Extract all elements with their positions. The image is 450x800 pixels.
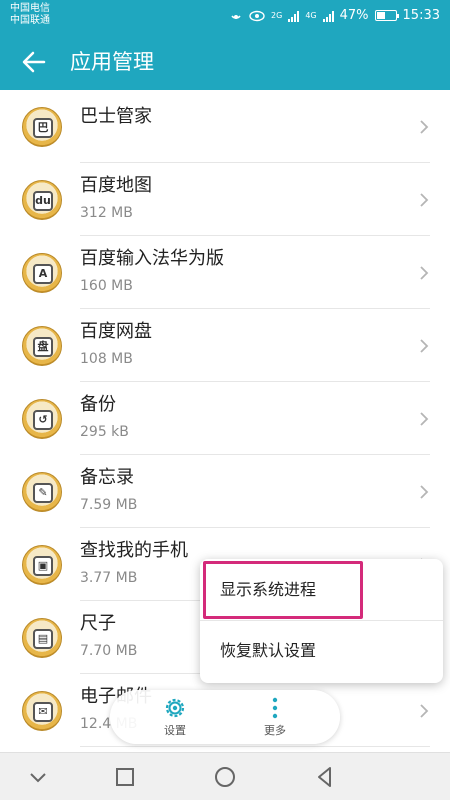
battery-percent: 47% [339,8,369,23]
chevron-right-icon [420,484,429,499]
app-name: 百度地图 [80,175,152,196]
clock: 15:33 [402,8,440,23]
app-icon: ↺ [22,398,62,439]
app-name: 百度输入法华为版 [80,248,224,269]
chevron-right-icon [420,265,429,280]
app-icon-glyph: 巴 [33,117,53,138]
app-icon-glyph: ✎ [33,482,53,503]
app-size: 312 MB [80,205,133,221]
network-type-2: 4G [305,11,317,20]
app-icon-glyph: ▤ [33,628,53,649]
app-icon: 巴 [22,106,62,147]
app-name: 百度网盘 [80,321,152,342]
app-list-item[interactable]: du 百度地图 312 MB [0,163,450,236]
app-icon-glyph: ✉ [33,701,53,722]
status-indicators: 2G 4G 47% 15:33 [229,8,440,23]
app-list-item[interactable]: 盘 百度网盘 108 MB [0,309,450,382]
row-divider [80,746,430,747]
network-type-1: 2G [271,11,283,20]
arrow-left-icon[interactable] [20,48,48,76]
eye-icon [249,10,265,21]
app-name: 查找我的手机 [80,540,188,561]
app-icon: ▤ [22,617,62,658]
hotspot-icon [231,14,241,19]
app-icon: ✎ [22,471,62,512]
chevron-right-icon [420,703,429,718]
menu-divider [200,620,443,621]
chevron-down-icon[interactable] [26,765,50,789]
more-menu: 显示系统进程 恢复默认设置 [200,559,443,683]
system-nav-bar [0,752,450,800]
bottom-action-bar: 设置 更多 [110,690,340,744]
app-size: 295 kB [80,424,129,440]
app-list-item[interactable]: 巴 巴士管家 [0,90,450,163]
app-size: 160 MB [80,278,133,294]
menu-item-restore-defaults[interactable]: 恢复默认设置 [200,622,443,680]
app-size: 7.70 MB [80,643,138,659]
app-name: 备份 [80,394,116,415]
app-name: 备忘录 [80,467,134,488]
app-bar: 应用管理 [0,34,450,90]
chevron-right-icon [420,411,429,426]
more-vertical-icon [272,697,278,719]
battery-fill [376,12,385,19]
gear-icon [165,698,185,718]
carrier-1: 中国电信 [10,3,50,14]
app-icon-glyph: du [33,190,53,211]
app-list-item[interactable]: A 百度输入法华为版 160 MB [0,236,450,309]
app-icon: A [22,252,62,293]
signal-1-icon [288,10,300,22]
chevron-right-icon [420,338,429,353]
battery-icon [374,10,399,21]
app-name: 巴士管家 [80,106,152,127]
app-list-item[interactable]: ↺ 备份 295 kB [0,382,450,455]
app-size: 108 MB [80,351,133,367]
carrier-2: 中国联通 [10,15,50,26]
back-button[interactable] [313,765,337,789]
home-button[interactable] [213,765,237,789]
app-name: 尺子 [80,613,116,634]
app-size: 7.59 MB [80,497,138,513]
settings-button[interactable]: 设置 [140,694,210,740]
more-label: 更多 [264,724,286,737]
app-list-item[interactable]: ✎ 备忘录 7.59 MB [0,455,450,528]
status-bar: 中国电信 中国联通 2G 4G 47% 15:33 [0,0,450,34]
signal-2-icon [322,10,334,22]
chevron-right-icon [420,119,429,134]
app-icon: ▣ [22,544,62,585]
more-button[interactable]: 更多 [240,694,310,740]
app-icon-glyph: A [33,263,53,284]
app-icon-glyph: ▣ [33,555,53,576]
app-icon-glyph: 盘 [33,336,53,357]
recents-button[interactable] [113,765,137,789]
chevron-right-icon [420,192,429,207]
app-icon: ✉ [22,690,62,731]
app-icon: du [22,179,62,220]
app-icon-glyph: ↺ [33,409,53,430]
settings-label: 设置 [164,724,186,737]
carrier-labels: 中国电信 中国联通 [10,3,50,27]
menu-item-show-system-processes[interactable]: 显示系统进程 [200,561,443,619]
page-title: 应用管理 [70,50,154,74]
app-icon: 盘 [22,325,62,366]
app-size: 3.77 MB [80,570,138,586]
